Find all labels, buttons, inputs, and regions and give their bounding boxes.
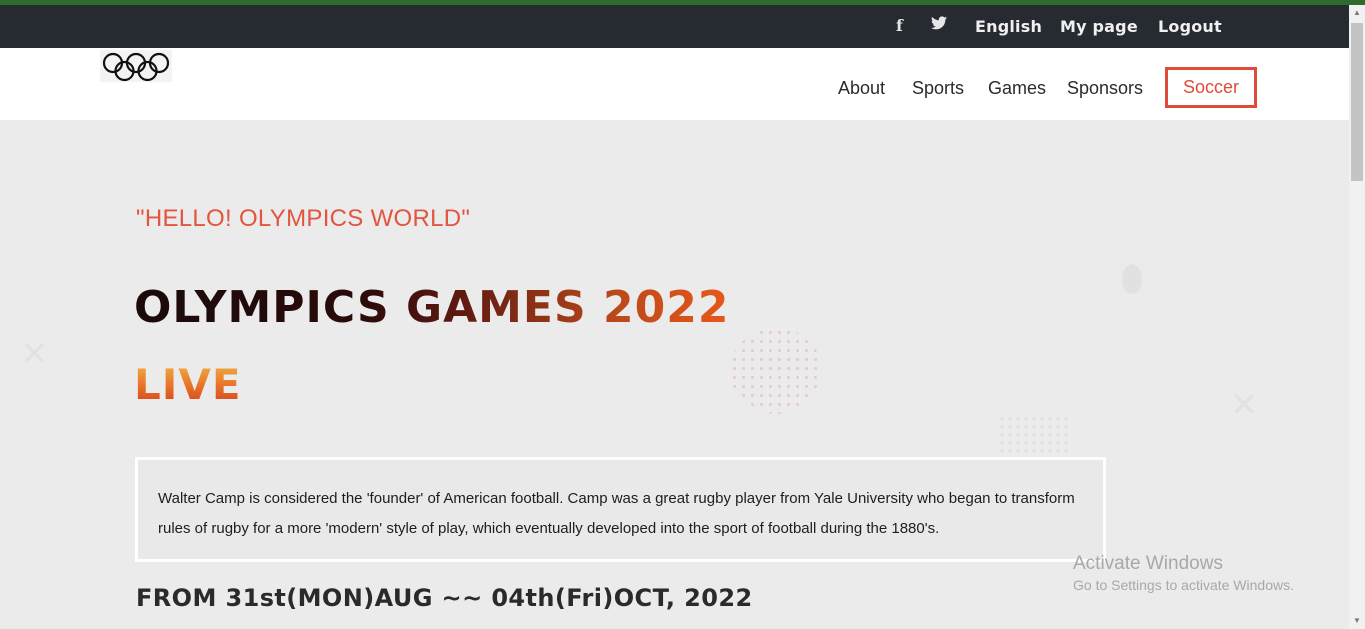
scroll-down-arrow-icon[interactable]: ▼	[1349, 613, 1365, 629]
watermark-title: Activate Windows	[1073, 553, 1223, 574]
hero-headline: OLYMPICS GAMES 2022	[134, 282, 730, 333]
live-label: LIVE	[134, 360, 242, 409]
decorative-oval	[1122, 264, 1142, 294]
nav-games[interactable]: Games	[988, 78, 1046, 99]
facebook-icon[interactable]: f	[896, 16, 903, 35]
my-page-link[interactable]: My page	[1060, 17, 1138, 36]
nav-sponsors[interactable]: Sponsors	[1067, 78, 1143, 99]
hero-tagline: "HELLO! OLYMPICS WORLD"	[136, 205, 471, 232]
twitter-icon[interactable]	[931, 16, 947, 35]
decorative-x-icon-right: ✕	[1230, 385, 1259, 425]
watermark-subtitle: Go to Settings to activate Windows.	[1073, 577, 1294, 593]
decorative-dots	[730, 328, 822, 414]
decorative-x-icon: ✕	[20, 334, 49, 374]
info-box: Walter Camp is considered the 'founder' …	[135, 457, 1106, 562]
top-bar: f English My page Logout	[0, 5, 1349, 48]
logout-link[interactable]: Logout	[1158, 17, 1222, 36]
info-text: Walter Camp is considered the 'founder' …	[158, 490, 1075, 537]
nav-soccer-button[interactable]: Soccer	[1165, 67, 1257, 108]
nav-sports[interactable]: Sports	[912, 78, 964, 99]
scroll-thumb[interactable]	[1351, 23, 1363, 181]
activate-windows-watermark: Activate Windows Go to Settings to activ…	[1073, 553, 1294, 593]
nav-about[interactable]: About	[838, 78, 885, 99]
scroll-up-arrow-icon[interactable]: ▲	[1349, 5, 1365, 21]
vertical-scrollbar[interactable]: ▲ ▼	[1349, 5, 1365, 629]
language-link[interactable]: English	[975, 17, 1042, 36]
olympic-rings-logo[interactable]	[100, 50, 172, 82]
main-navbar: About Sports Games Sponsors Soccer	[0, 48, 1349, 120]
event-dates: FROM 31st(MON)AUG ~~ 04th(Fri)OCT, 2022	[136, 584, 753, 612]
